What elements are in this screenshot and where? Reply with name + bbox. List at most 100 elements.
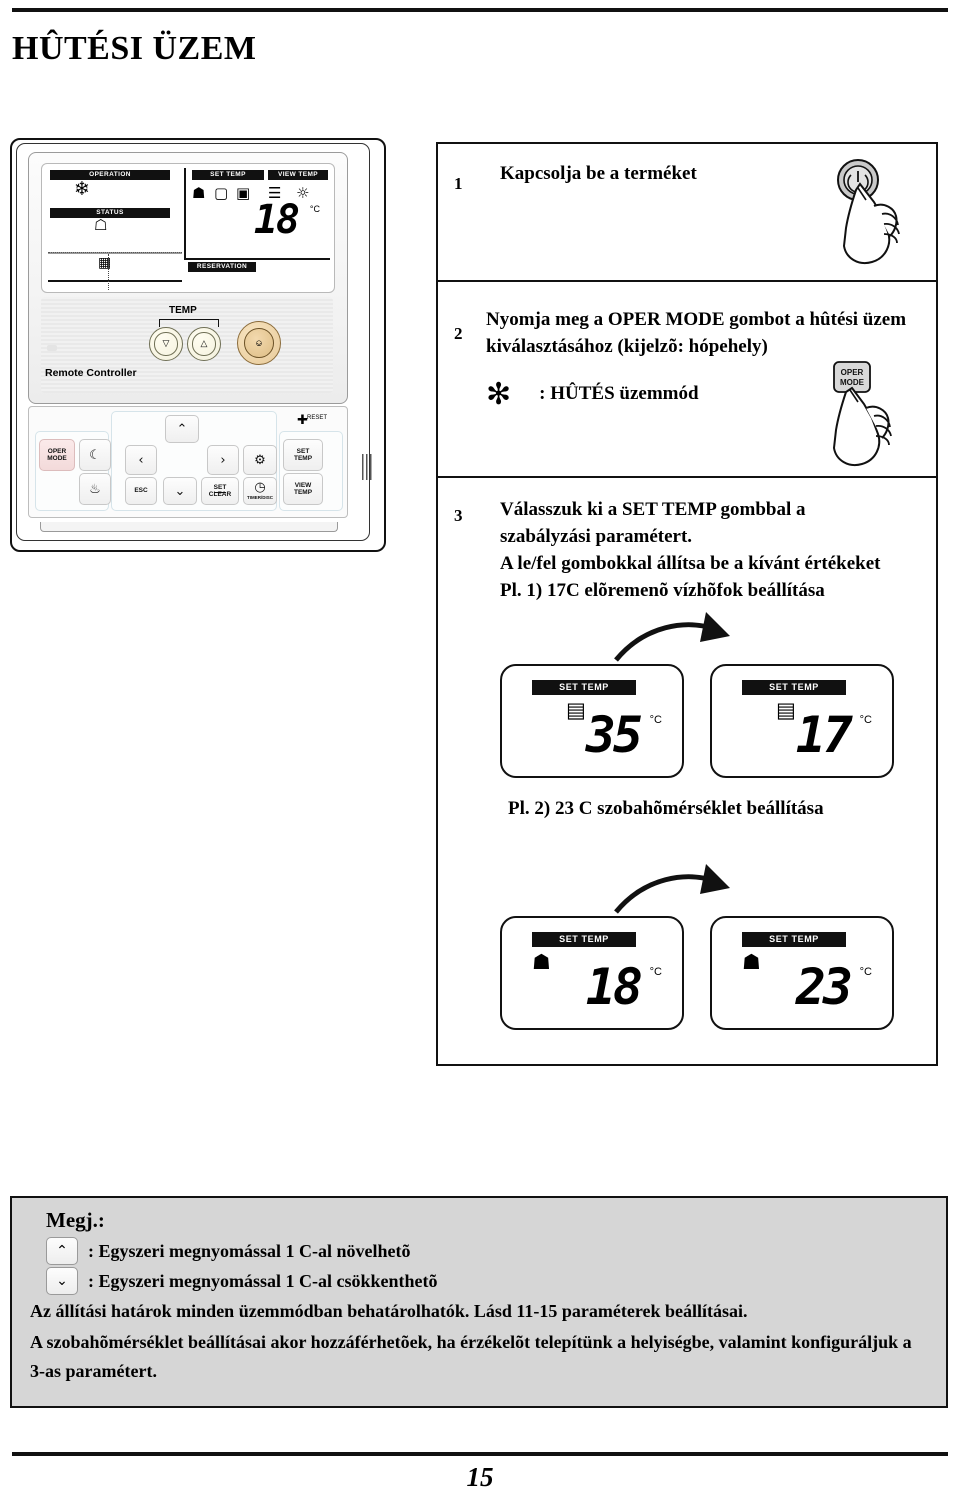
water-outlet-thermometer-icon: ▤	[566, 698, 586, 722]
key-view-temp[interactable]: VIEW TEMP	[283, 473, 323, 505]
key-night-mode[interactable]: ☾	[79, 439, 111, 471]
example-1-before-panel: SET TEMP ▤ 35 °C	[500, 664, 684, 778]
step-3-number: 3	[454, 506, 463, 525]
example-1-after-panel: SET TEMP ▤ 17 °C	[710, 664, 894, 778]
water-outlet-thermometer-icon: ▤	[776, 698, 796, 722]
oper-mode-line2: MODE	[47, 455, 67, 462]
example-2-caption: Pl. 2) 23 C szobahõmérséklet beállítása	[508, 798, 824, 819]
remote-controller-name-label: Remote Controller	[45, 367, 137, 379]
example-2-before-panel: SET TEMP ☗ 18 °C	[500, 916, 684, 1030]
step-3-text-line3: A le/fel gombokkal állítsa be a kívánt é…	[500, 553, 881, 574]
step-3-text-line4: Pl. 1) 17C elõremenõ vízhõfok beállítása	[500, 580, 825, 601]
calendar-icon: ▦	[98, 255, 112, 271]
key-nav-right[interactable]: ›	[207, 445, 239, 475]
example-2-after-panel: SET TEMP ☗ 23 °C	[710, 916, 894, 1030]
example-2-after-unit: °C	[859, 966, 872, 978]
example-2-before-unit: °C	[649, 966, 662, 978]
water-in-thermometer-icon: ▢	[214, 184, 229, 202]
key-set-temp[interactable]: SET TEMP	[283, 439, 323, 471]
notes-title: Megj.:	[46, 1208, 105, 1232]
chevron-down-icon: ⌄	[56, 1272, 68, 1289]
key-set-clear[interactable]: SET CLEAR	[201, 477, 239, 505]
lcd-temperature-unit: °C	[309, 204, 320, 214]
house-power-icon: ☖	[94, 216, 108, 234]
note-key-up[interactable]: ⌃	[46, 1237, 78, 1265]
page-number: 15	[466, 1462, 494, 1492]
set-temp-line1: SET	[296, 447, 310, 455]
temp-up-button[interactable]: △	[187, 327, 221, 361]
step-3-text-line1: Válasszuk ki a SET TEMP gombbal a	[500, 499, 806, 520]
chevron-left-icon: ‹	[138, 452, 144, 468]
lcd-right-solid-divider	[186, 258, 330, 260]
instruction-steps-container: 1 Kapcsolja be a terméket 2 Nyomja meg a…	[436, 142, 938, 1066]
temp-group-bracket	[159, 319, 219, 327]
step-2-mode-note: : HÛTÉS üzemmód	[539, 383, 699, 404]
example-1-after-unit: °C	[859, 714, 872, 726]
lcd-temperature-value: 18	[253, 197, 300, 243]
key-shower-mode[interactable]: ♨	[79, 473, 111, 505]
example-2-after-tag: SET TEMP	[742, 932, 846, 947]
note-text-increase: : Egyszeri megnyomással 1 C-al növelhetõ	[88, 1240, 411, 1261]
view-temp-line2: TEMP	[293, 489, 313, 496]
timer-sub-label: TIMER/DISC	[246, 494, 273, 500]
lcd-vertical-divider	[184, 168, 186, 260]
set-temp-line2: TEMP	[293, 455, 313, 462]
note-key-down[interactable]: ⌄	[46, 1267, 78, 1295]
remote-keypad: OPER MODE ☾ ♨ ⌃ ‹ › ⚙ ESC ⌄ SET CLEAR ◷ TIM…	[28, 406, 348, 518]
key-nav-down[interactable]: ⌄	[163, 477, 197, 505]
remote-side-grip	[362, 454, 372, 480]
step-2-text: Nyomja meg a OPER MODE gombot a hûtési ü…	[486, 309, 907, 357]
bottom-divider-rule	[12, 1452, 948, 1456]
step-3-text-block: Válasszuk ki a SET TEMP gombbal a szabál…	[500, 496, 930, 604]
manual-page: HÛTÉSI ÜZEM OPERATION STATUS SET TEMP VI…	[0, 0, 960, 1506]
view-temp-line1: VIEW	[294, 481, 312, 489]
house-thermometer-icon: ☗	[532, 950, 551, 974]
example-1-after-tag: SET TEMP	[742, 680, 846, 695]
power-button[interactable]: ⎉	[237, 321, 281, 365]
svg-text:MODE: MODE	[840, 378, 865, 387]
note-row-decrease: ⌄ : Egyszeri megnyomással 1 C-al csökken…	[46, 1267, 930, 1295]
example-1-before-unit: °C	[649, 714, 662, 726]
remote-lcd-screen: OPERATION STATUS SET TEMP VIEW TEMP RESE…	[41, 163, 335, 293]
key-nav-left[interactable]: ‹	[125, 445, 157, 475]
shower-icon: ♨	[89, 481, 101, 497]
oper-mode-button-press-illustration: OPER MODE	[832, 361, 892, 466]
example-1-before-value: 35	[585, 706, 643, 764]
temp-down-button[interactable]: ▽	[149, 327, 183, 361]
triangle-down-icon: ▽	[154, 332, 178, 356]
lcd-left-dotted-divider	[48, 252, 182, 254]
key-timer[interactable]: ◷ TIMER/DISC	[243, 477, 277, 505]
triangle-up-icon: △	[192, 332, 216, 356]
outdoor-thermometer-icon: ☼	[296, 184, 310, 202]
note-row-increase: ⌃ : Egyszeri megnyomással 1 C-al növelhe…	[46, 1237, 930, 1265]
key-settings[interactable]: ⚙	[243, 445, 277, 475]
key-nav-up[interactable]: ⌃	[165, 415, 199, 443]
example-1-after-value: 17	[795, 706, 853, 764]
example-2-arrow-icon	[614, 864, 730, 914]
reset-label: RESET	[307, 415, 328, 421]
note-text-decrease: : Egyszeri megnyomással 1 C-al csökkenth…	[88, 1270, 438, 1291]
house-thermometer-icon: ☗	[742, 950, 761, 974]
example-1-before-tag: SET TEMP	[532, 680, 636, 695]
notes-paragraph-2: A szobahõmérséklet beállításai akor hozz…	[30, 1332, 912, 1381]
status-led	[47, 345, 57, 351]
page-title: HÛTÉSI ÜZEM	[12, 30, 257, 67]
key-esc[interactable]: ESC	[125, 477, 157, 505]
power-button-press-illustration	[837, 159, 900, 264]
chevron-up-icon: ⌃	[176, 421, 188, 437]
temp-group-label: TEMP	[169, 305, 197, 316]
step-3: 3 Válasszuk ki a SET TEMP gombbal a szab…	[438, 478, 936, 1063]
key-oper-mode[interactable]: OPER MODE	[39, 439, 75, 471]
notes-box: Megj.: ⌃ : Egyszeri megnyomással 1 C-al …	[10, 1196, 948, 1408]
moon-icon: ☾	[89, 447, 101, 463]
oper-mode-line1: OPER	[47, 447, 67, 455]
lcd-left-solid-divider	[48, 280, 182, 282]
step-1: 1 Kapcsolja be a terméket	[438, 144, 936, 282]
snowflake-icon: ✻	[486, 377, 512, 412]
esc-label: ESC	[134, 487, 148, 495]
lcd-tag-operation: OPERATION	[50, 170, 170, 180]
house-thermometer-icon: ☗	[192, 184, 206, 202]
remote-controller-illustration: OPERATION STATUS SET TEMP VIEW TEMP RESE…	[10, 138, 386, 552]
chevron-up-icon: ⌃	[56, 1242, 68, 1259]
step-2-number: 2	[454, 324, 463, 343]
